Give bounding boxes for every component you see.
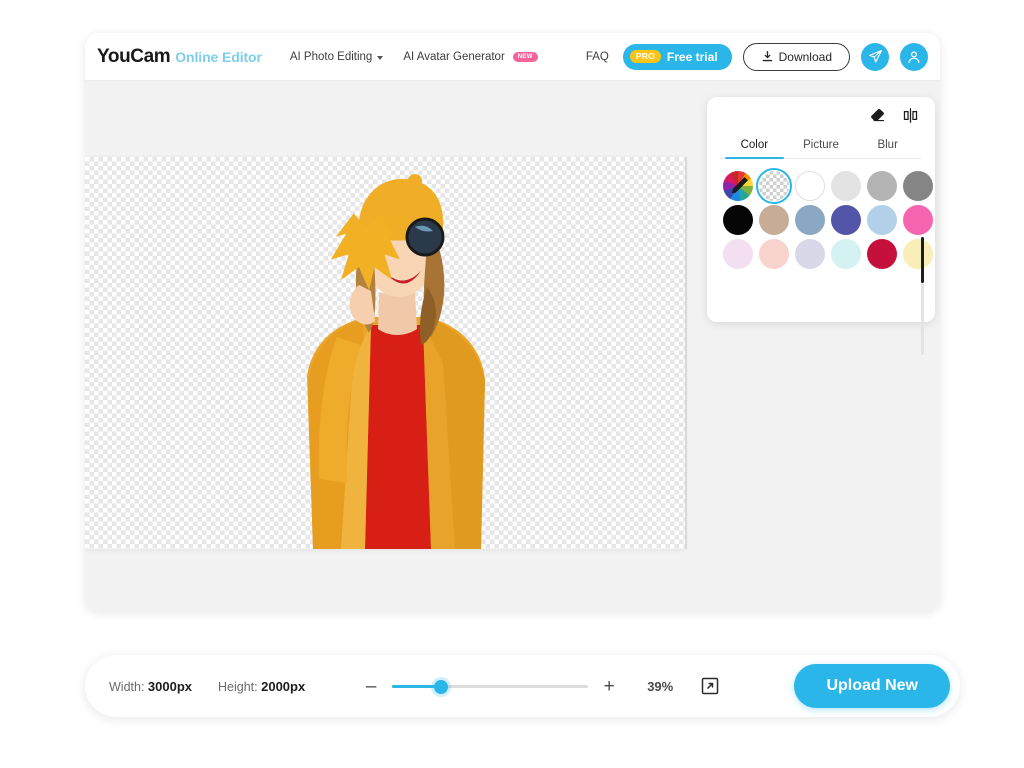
panel-scrollbar[interactable] — [921, 237, 924, 355]
account-button[interactable] — [900, 42, 928, 71]
tab-label: Blur — [877, 139, 898, 151]
zoom-percent-readout: 39% — [647, 678, 674, 694]
width-readout: Width: 3000px — [109, 679, 192, 694]
download-icon — [762, 50, 772, 62]
height-value: 2000px — [261, 678, 306, 694]
swatch-pale-cyan[interactable] — [831, 239, 861, 269]
upload-new-button[interactable]: Upload New — [794, 664, 950, 708]
swatch-steel-blue[interactable] — [795, 205, 825, 235]
swatch-indigo[interactable] — [831, 205, 861, 235]
color-swatch-area — [707, 159, 935, 355]
download-button[interactable]: Download — [742, 42, 850, 71]
swatch-pale-lavender[interactable] — [723, 239, 753, 269]
swatch-black[interactable] — [723, 205, 753, 235]
compare-split-icon[interactable] — [902, 107, 919, 129]
panel-tool-row — [707, 107, 935, 129]
nav-label: AI Avatar Generator — [403, 50, 505, 63]
color-swatch-grid — [723, 167, 933, 269]
zoom-out-button[interactable]: – — [363, 677, 379, 696]
height-readout: Height: 2000px — [218, 679, 305, 694]
width-label: Width: — [109, 679, 145, 694]
nav-label: AI Photo Editing — [289, 50, 373, 63]
scrollbar-thumb[interactable] — [921, 237, 924, 283]
download-label: Download — [778, 49, 832, 64]
bottom-toolbar: Width: 3000px Height: 2000px – + 39% Upl… — [85, 655, 960, 717]
swatch-white[interactable] — [795, 171, 825, 201]
brand-logo[interactable]: YouCam Online Editor — [97, 46, 262, 68]
swatch-sky-blue[interactable] — [867, 205, 897, 235]
zoom-slider[interactable] — [392, 678, 589, 694]
chevron-down-icon — [377, 55, 384, 60]
swatch-color-picker[interactable] — [723, 171, 753, 201]
swatch-light-gray[interactable] — [831, 171, 861, 201]
paper-plane-icon — [868, 50, 882, 63]
pro-label: Free trial — [666, 49, 718, 64]
image-canvas[interactable] — [85, 157, 685, 549]
brand-name: YouCam — [97, 45, 171, 67]
pro-free-trial-button[interactable]: PRO Free trial — [622, 43, 732, 70]
swatch-pale-peach[interactable] — [759, 239, 789, 269]
swatch-crimson[interactable] — [867, 239, 897, 269]
zoom-in-button[interactable]: + — [601, 677, 617, 696]
slider-thumb[interactable] — [434, 680, 449, 694]
app-header: YouCam Online Editor AI Photo Editing AI… — [85, 33, 940, 81]
canvas-edge-divider — [685, 157, 687, 549]
new-badge: NEW — [512, 51, 538, 62]
swatch-transparent[interactable] — [755, 167, 793, 205]
tab-label: Color — [740, 139, 769, 151]
fit-to-screen-button[interactable] — [699, 675, 721, 697]
swatch-medium-gray[interactable] — [867, 171, 897, 201]
background-panel: Color Picture Blur — [707, 97, 935, 355]
nav-item-ai-photo-editing[interactable]: AI Photo Editing — [289, 50, 384, 63]
subject-photo — [307, 174, 485, 549]
tab-blur[interactable]: Blur — [854, 139, 921, 158]
tab-label: Picture — [803, 139, 839, 151]
swatch-dark-gray[interactable] — [903, 171, 933, 201]
nav-item-ai-avatar-generator[interactable]: AI Avatar Generator NEW — [403, 50, 538, 63]
work-area: Color Picture Blur — [85, 81, 940, 611]
zoom-controls: – + — [363, 677, 617, 696]
background-tabs: Color Picture Blur — [721, 129, 921, 159]
height-label: Height: — [218, 679, 258, 694]
tab-color[interactable]: Color — [721, 139, 788, 159]
user-account-icon — [908, 50, 920, 63]
header-actions: FAQ PRO Free trial Download — [586, 42, 928, 71]
swatch-hot-pink[interactable] — [903, 205, 933, 235]
width-value: 3000px — [147, 678, 193, 694]
app-root: YouCam Online Editor AI Photo Editing AI… — [0, 0, 1024, 768]
fit-to-screen-icon — [701, 677, 719, 695]
swatch-pale-yellow[interactable] — [903, 239, 933, 269]
pro-badge: PRO — [629, 49, 661, 64]
swatch-tan[interactable] — [759, 205, 789, 235]
share-button[interactable] — [861, 42, 889, 71]
tab-picture[interactable]: Picture — [788, 139, 855, 158]
brand-product: Online Editor — [175, 48, 262, 65]
faq-link[interactable]: FAQ — [586, 51, 609, 63]
editor-card: YouCam Online Editor AI Photo Editing AI… — [85, 33, 940, 611]
swatch-pale-periwinkle[interactable] — [795, 239, 825, 269]
eraser-icon[interactable] — [869, 107, 886, 129]
main-nav: AI Photo Editing AI Avatar Generator NEW — [290, 51, 538, 63]
